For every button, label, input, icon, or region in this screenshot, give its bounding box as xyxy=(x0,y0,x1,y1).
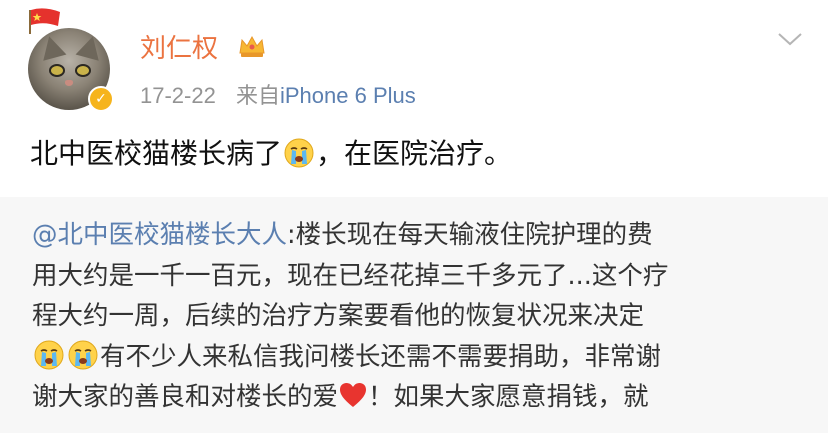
repost-line-3: 程大约一周，后续的治疗方案要看他的恢复状况来决定 xyxy=(32,301,645,331)
repost-text: @北中医校猫楼长大人:楼长现在每天输液住院护理的费 用大约是一千一百元，现在已经… xyxy=(32,215,802,418)
chevron-down-icon[interactable] xyxy=(776,30,804,48)
repost-line-5: 谢大家的善良和对楼长的爱 ！如果大家愿意捐钱，就 xyxy=(32,377,802,418)
avatar-cat-eye-right xyxy=(75,64,91,77)
repost-block[interactable]: @北中医校猫楼长大人:楼长现在每天输液住院护理的费 用大约是一千一百元，现在已经… xyxy=(0,197,828,433)
avatar-cat-ear-left xyxy=(37,33,67,61)
post-text-part2: ，在医院治疗。 xyxy=(316,137,513,170)
crying-face-emoji-icon xyxy=(68,340,98,369)
repost-line-1-text: :楼长现在每天输液住院护理的费 xyxy=(287,220,653,250)
avatar-cat-nose xyxy=(65,80,73,86)
source-prefix: 来自 xyxy=(235,83,280,108)
crying-face-emoji-icon xyxy=(284,138,314,168)
post-text-part1: 北中医校猫楼长病了 xyxy=(30,137,283,170)
post-text: 北中医校猫楼长病了 ，在医院治疗。 xyxy=(30,132,512,172)
repost-line-4-text: 有不少人来私信我问楼长还需不需要捐助，非常谢 xyxy=(100,341,662,372)
post-date: 17-2-22 xyxy=(140,83,216,108)
repost-line-5-part1: 谢大家的善良和对楼长的爱 xyxy=(32,382,339,412)
crying-face-emoji-icon xyxy=(34,340,64,369)
avatar-container[interactable]: ✓ xyxy=(24,6,116,112)
post-meta: 17-2-22 来自iPhone 6 Plus xyxy=(140,78,416,110)
verified-badge-icon: ✓ xyxy=(88,86,114,112)
red-heart-icon xyxy=(340,383,367,407)
avatar-cat-eye-left xyxy=(49,64,65,77)
username[interactable]: 刘仁权 xyxy=(140,28,218,65)
weibo-post: ✓ 刘仁权 17-2-22 来自iPhone 6 Plus 北中医校猫楼长病了 … xyxy=(0,0,828,433)
repost-line-4: 有不少人来私信我问楼长还需不需要捐助，非常谢 xyxy=(32,337,802,378)
repost-line-1: @北中医校猫楼长大人:楼长现在每天输液住院护理的费 xyxy=(32,215,802,256)
mention-link[interactable]: @北中医校猫楼长大人 xyxy=(32,220,287,250)
crown-icon[interactable] xyxy=(237,33,267,59)
repost-line-2: 用大约是一千一百元，现在已经花掉三千多元了...这个疗 xyxy=(32,260,669,291)
repost-line-5-part2: ！如果大家愿意捐钱，就 xyxy=(368,382,649,412)
avatar-cat-ear-right xyxy=(75,33,105,61)
source-device-link[interactable]: iPhone 6 Plus xyxy=(280,83,416,108)
china-flag-icon xyxy=(29,8,60,34)
